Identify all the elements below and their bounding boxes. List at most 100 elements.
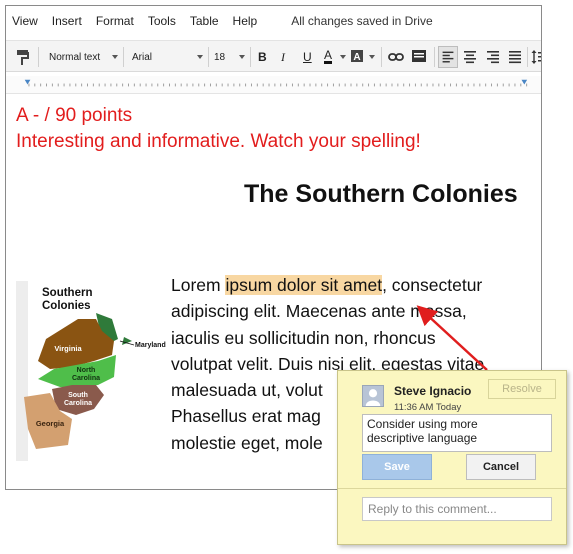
menu-insert[interactable]: Insert: [52, 14, 82, 28]
toolbar-divider: [527, 47, 528, 67]
ruler-tick: [303, 83, 305, 87]
ruler-tick: [204, 83, 206, 87]
align-center-icon[interactable]: [462, 48, 478, 66]
toolbar-divider: [434, 47, 435, 67]
chevron-down-icon: [197, 55, 203, 59]
comment-text-box[interactable]: Consider using more descriptive language: [362, 414, 552, 452]
align-left-icon[interactable]: [438, 46, 458, 68]
ruler-tick: [508, 83, 510, 87]
text-segment: Lorem: [171, 275, 226, 295]
toolbar-divider: [250, 47, 251, 67]
menu-tools[interactable]: Tools: [148, 14, 176, 28]
chevron-down-icon: [340, 55, 346, 59]
ruler-tick: [139, 83, 141, 87]
cancel-button[interactable]: Cancel: [466, 454, 536, 480]
left-indent-marker[interactable]: [24, 79, 31, 85]
text-line: adipiscing elit. Maecenas ante massa,: [171, 301, 467, 322]
ruler-tick: [174, 83, 176, 87]
ruler-tick: [397, 83, 399, 87]
ruler-tick: [291, 83, 293, 87]
maryland-label: Maryland: [135, 342, 166, 349]
text-line: Lorem ipsum dolor sit amet, consectetur: [171, 272, 541, 298]
ruler-tick: [256, 83, 258, 87]
comment-panel: Steve Ignacio 11:36 AM Today Resolve Con…: [337, 370, 567, 545]
ruler-tick: [209, 83, 211, 87]
comment-timestamp: 11:36 AM Today: [394, 402, 462, 413]
ruler-tick: [450, 83, 452, 87]
italic-button[interactable]: I: [281, 48, 285, 66]
ruler-tick: [467, 83, 469, 87]
ruler-tick: [51, 83, 53, 87]
ruler-tick: [385, 83, 387, 87]
paint-format-icon[interactable]: [16, 48, 30, 66]
feedback-comment: Interesting and informative. Watch your …: [16, 131, 421, 152]
ruler-tick: [245, 83, 247, 87]
menu-table[interactable]: Table: [190, 14, 219, 28]
toolbar-divider: [123, 47, 124, 67]
ruler-tick: [321, 83, 323, 87]
ruler-tick: [104, 83, 106, 87]
ruler-tick: [233, 83, 235, 87]
ruler-tick: [332, 83, 334, 87]
ruler-tick: [128, 83, 129, 87]
ruler-tick: [215, 83, 217, 87]
menu-bar: View Insert Format Tools Table Help All …: [6, 6, 541, 36]
link-icon[interactable]: [388, 48, 404, 66]
chevron-down-icon: [369, 55, 375, 59]
highlighted-comment-anchor[interactable]: ipsum dolor sit amet: [225, 275, 383, 295]
ruler-tick: [28, 83, 30, 87]
bold-button[interactable]: B: [258, 48, 267, 66]
menu-view[interactable]: View: [12, 14, 38, 28]
toolbar-divider: [208, 47, 209, 67]
ruler-tick: [502, 83, 504, 87]
ruler-tick: [186, 83, 188, 87]
ruler-tick: [403, 83, 405, 87]
underline-button[interactable]: U: [303, 48, 312, 66]
ruler-tick: [57, 83, 59, 87]
ruler-tick: [286, 83, 288, 87]
ruler-tick: [356, 83, 358, 87]
ruler-tick: [169, 83, 170, 87]
line-spacing-icon[interactable]: [531, 48, 541, 66]
style-dropdown[interactable]: Normal text: [49, 48, 100, 66]
ruler-tick: [92, 83, 94, 87]
ruler-tick: [87, 83, 88, 87]
menu-format[interactable]: Format: [96, 14, 134, 28]
font-dropdown[interactable]: Arial: [132, 48, 152, 66]
align-right-icon[interactable]: [485, 48, 501, 66]
justify-icon[interactable]: [507, 48, 523, 66]
highlight-color-icon[interactable]: A: [350, 48, 364, 66]
chevron-down-icon: [112, 55, 118, 59]
virginia-label: Virginia: [54, 344, 82, 353]
comment-icon[interactable]: [411, 48, 427, 66]
resolve-button[interactable]: Resolve: [488, 379, 556, 399]
ruler-tick: [110, 83, 112, 87]
toolbar-divider: [38, 47, 39, 67]
comment-divider: [338, 488, 566, 489]
ruler-tick: [239, 83, 241, 87]
ruler-tick: [350, 83, 352, 87]
ruler-tick: [491, 83, 493, 87]
ruler-tick: [227, 83, 229, 87]
save-status: All changes saved in Drive: [291, 14, 433, 28]
ruler-tick: [409, 83, 411, 87]
ruler-tick: [192, 83, 194, 87]
ruler-tick: [373, 83, 375, 87]
menu-help[interactable]: Help: [233, 14, 258, 28]
text-color-button[interactable]: A: [324, 48, 333, 64]
ruler-tick: [297, 83, 299, 87]
avatar: [362, 385, 384, 407]
ruler-tick: [309, 83, 311, 87]
ruler-tick: [368, 83, 370, 87]
horizontal-ruler[interactable]: [6, 76, 542, 94]
ruler-tick: [514, 83, 516, 87]
save-button[interactable]: Save: [362, 454, 432, 480]
ruler-tick: [473, 83, 475, 87]
map-title: Southern: [42, 287, 92, 299]
ruler-tick: [198, 83, 200, 87]
ruler-tick: [63, 83, 65, 87]
reply-input[interactable]: [362, 497, 552, 521]
grade-comment: A - / 90 points: [16, 105, 133, 126]
font-size-dropdown[interactable]: 18: [214, 48, 225, 66]
ruler-tick: [75, 83, 77, 87]
